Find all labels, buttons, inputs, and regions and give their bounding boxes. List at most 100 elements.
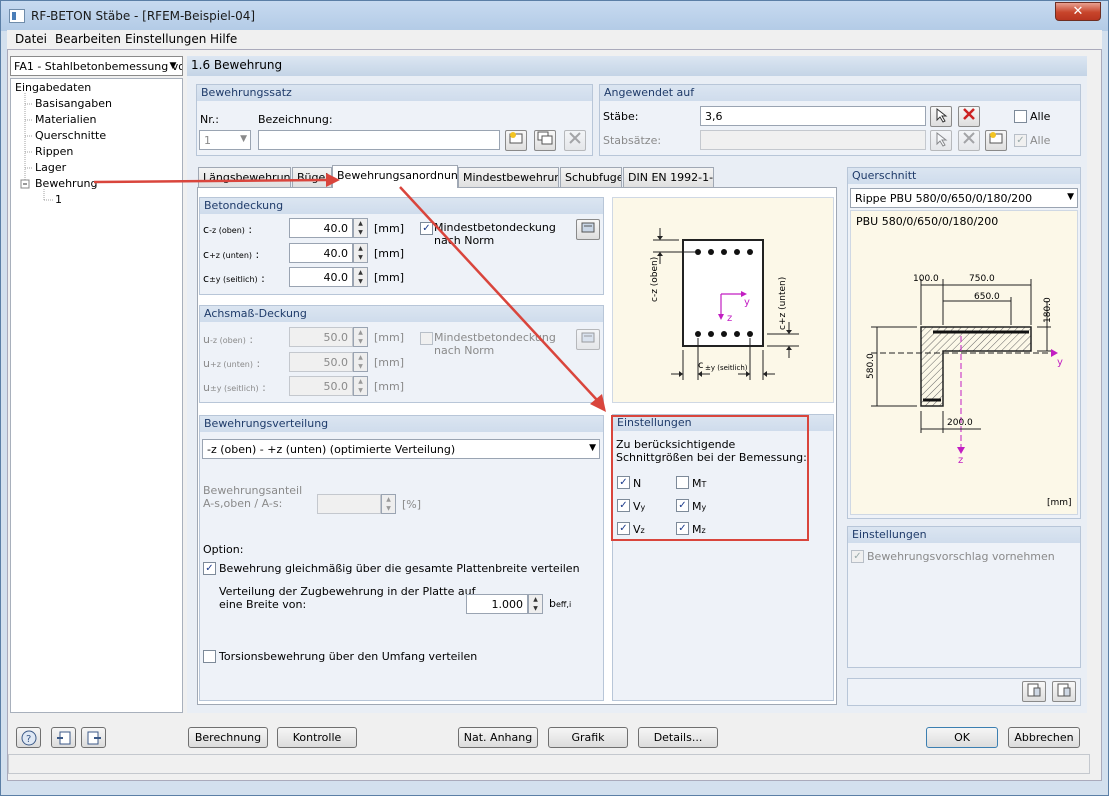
nr-select[interactable]: 1 ▼: [199, 130, 251, 150]
export-button[interactable]: [1022, 681, 1046, 702]
anteil-label-2: A-s,oben / A-s:: [203, 497, 283, 510]
import-button[interactable]: [51, 727, 76, 748]
group-title: Bewehrungsverteilung: [200, 416, 603, 432]
querschnitt-graphic: PBU 580/0/650/0/180/200 y z 100.0 750.0 …: [850, 210, 1078, 515]
torsion-checkbox[interactable]: [203, 650, 216, 663]
cy-spinner[interactable]: ▲ ▼: [353, 267, 368, 287]
uz-oben-spinner[interactable]: ▲ ▼: [353, 327, 368, 347]
tree-item-rippen[interactable]: Rippen: [35, 145, 73, 158]
tab-schubfuge[interactable]: Schubfuge: [560, 167, 622, 187]
norm-button[interactable]: [576, 219, 600, 240]
alle-checkbox-1[interactable]: [1014, 110, 1027, 123]
cz-unten-spinner[interactable]: ▲ ▼: [353, 243, 368, 263]
tab-bewehrungsanordnung[interactable]: Bewehrungsanordnung: [332, 165, 458, 188]
min-achsmass-label: Mindestbetondeckung nach Norm: [434, 331, 556, 357]
bezeichnung-input[interactable]: [258, 130, 500, 150]
uz-unten-spinner[interactable]: ▲ ▼: [353, 352, 368, 372]
label-my: My: [692, 500, 707, 513]
chevron-down-icon: ▼: [589, 443, 596, 453]
svg-text:100.0: 100.0: [913, 274, 939, 284]
clear-members-button[interactable]: [958, 106, 980, 127]
menu-hilfe[interactable]: Hilfe: [210, 32, 237, 46]
tree-item-bewehrung[interactable]: Bewehrung: [35, 177, 98, 190]
menu-bearbeiten[interactable]: Bearbeiten: [55, 32, 121, 46]
tree-item-querschnitte[interactable]: Querschnitte: [35, 129, 106, 142]
anteil-input[interactable]: [317, 494, 381, 514]
grafik-button[interactable]: Grafik: [548, 727, 628, 748]
breite-spinner[interactable]: ▲ ▼: [528, 594, 543, 614]
new-set-button-2[interactable]: [985, 130, 1007, 151]
cz-unten-input[interactable]: 40.0: [289, 243, 353, 263]
ok-button[interactable]: OK: [926, 727, 998, 748]
nat-anhang-button[interactable]: Nat. Anhang: [458, 727, 538, 748]
anteil-spinner[interactable]: ▲ ▼: [381, 494, 396, 514]
unit-label: [mm]: [374, 247, 405, 260]
verteilung-select[interactable]: -z (oben) - +z (unten) (optimierte Verte…: [202, 439, 600, 459]
uz-unten-input[interactable]: 50.0: [289, 352, 353, 372]
case-select-value: FA1 - Stahlbetonbemessung vo: [14, 60, 183, 73]
gleichmaessig-checkbox[interactable]: ✓: [203, 562, 216, 575]
nav-tree: Eingabedaten Basisangaben Materialien Qu…: [10, 78, 183, 713]
export-data-button[interactable]: [81, 727, 106, 748]
tab-laengsbewehrung[interactable]: Längsbewehrung: [198, 167, 291, 187]
tree-item-materialien[interactable]: Materialien: [35, 113, 96, 126]
cz-oben-input[interactable]: 40.0: [289, 218, 353, 238]
delete-set-button[interactable]: [564, 130, 586, 151]
clear-sets-button[interactable]: [958, 130, 980, 151]
abbrechen-button[interactable]: Abbrechen: [1008, 727, 1080, 748]
tree-item-1[interactable]: 1: [55, 193, 62, 206]
cy-label: c±y (seitlich) :: [203, 272, 265, 285]
staebe-input[interactable]: 3,6: [700, 106, 926, 126]
check-vz[interactable]: ✓: [617, 522, 630, 535]
uy-spinner[interactable]: ▲ ▼: [353, 376, 368, 396]
vorschlag-checkbox[interactable]: ✓: [851, 550, 864, 563]
print-button[interactable]: [1052, 681, 1076, 702]
check-mz[interactable]: ✓: [676, 522, 689, 535]
alle-checkbox-2[interactable]: ✓: [1014, 134, 1027, 147]
cy-input[interactable]: 40.0: [289, 267, 353, 287]
pick-sets-button[interactable]: [930, 130, 952, 151]
cz-unten-label: c+z (unten) :: [203, 248, 260, 261]
norm-button-2[interactable]: [576, 329, 600, 350]
check-n[interactable]: ✓: [617, 476, 630, 489]
pick-members-button[interactable]: [930, 106, 952, 127]
tree-item-lager[interactable]: Lager: [35, 161, 66, 174]
min-achsmass-checkbox[interactable]: [420, 332, 433, 345]
menu-einstellungen[interactable]: Einstellungen: [125, 32, 206, 46]
case-select[interactable]: FA1 - Stahlbetonbemessung vo ▼: [10, 56, 183, 76]
verteilung-select-value: -z (oben) - +z (unten) (optimierte Verte…: [207, 443, 456, 456]
copy-set-button[interactable]: [534, 130, 556, 151]
close-button[interactable]: ✕: [1055, 2, 1101, 21]
menu-datei[interactable]: Datei: [15, 32, 47, 46]
alle-label-2: Alle: [1030, 134, 1051, 147]
details-button[interactable]: Details...: [638, 727, 718, 748]
tab-din[interactable]: DIN EN 1992-1-1: [623, 167, 714, 187]
label-n: N: [633, 477, 642, 490]
cover-diagram: y z c-z (oben) c+z (unten) c ±y (seitlic…: [612, 197, 834, 403]
cz-oben-spinner[interactable]: ▲ ▼: [353, 218, 368, 238]
tree-item-basisangaben[interactable]: Basisangaben: [35, 97, 112, 110]
check-vy[interactable]: ✓: [617, 499, 630, 512]
check-my[interactable]: ✓: [676, 499, 689, 512]
chevron-down-icon: ▼: [1067, 192, 1074, 202]
stabsaetze-input[interactable]: [700, 130, 926, 150]
querschnitt-select[interactable]: Rippe PBU 580/0/650/0/180/200 ▼: [850, 188, 1078, 208]
tab-mindestbewehrung[interactable]: Mindestbewehrung: [458, 167, 559, 187]
check-mt[interactable]: [676, 476, 689, 489]
new-set-button[interactable]: [505, 130, 527, 151]
uy-input[interactable]: 50.0: [289, 376, 353, 396]
kontrolle-button[interactable]: Kontrolle: [277, 727, 357, 748]
export-icon: [87, 731, 101, 745]
uz-oben-input[interactable]: 50.0: [289, 327, 353, 347]
breite-input[interactable]: 1.000: [466, 594, 528, 614]
nr-value: 1: [204, 134, 211, 147]
tab-buegel[interactable]: Bügel: [292, 167, 332, 187]
min-deckung-checkbox[interactable]: ✓: [420, 222, 433, 235]
help-button[interactable]: ?: [16, 727, 41, 748]
tree-item-eingabedaten[interactable]: Eingabedaten: [15, 81, 91, 94]
berechnung-button[interactable]: Berechnung: [188, 727, 268, 748]
chevron-down-icon: ▼: [240, 134, 247, 144]
svg-text:?: ?: [26, 734, 31, 745]
querschnitt-select-value: Rippe PBU 580/0/650/0/180/200: [855, 192, 1033, 205]
svg-text:750.0: 750.0: [969, 274, 995, 284]
